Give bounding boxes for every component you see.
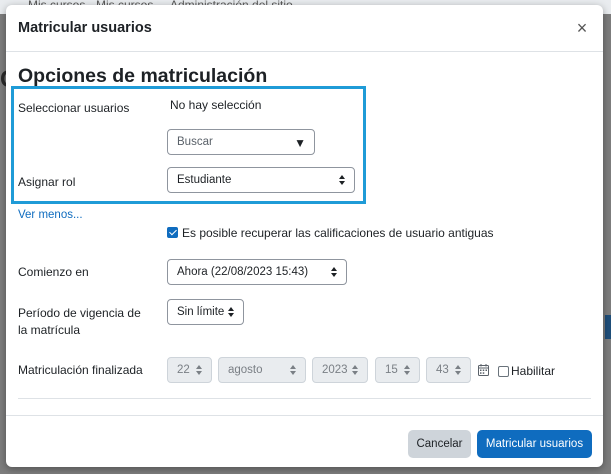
end-minute-select[interactable]: 43 [426,357,471,383]
end-hour-select[interactable]: 15 [375,357,420,383]
end-day-select[interactable]: 22 [167,357,212,383]
modal-header: Matricular usuarios × [6,5,603,52]
selection-status: No hay selección [170,98,262,112]
duration-value: Sin límite [177,306,225,318]
caret-down-icon: ▼ [294,136,306,150]
enable-end-date-checkbox[interactable] [498,366,509,377]
start-select[interactable]: Ahora (22/08/2023 15:43) [167,259,347,285]
recover-grades-label: Es posible recuperar las calificaciones … [182,226,494,240]
calendar-icon[interactable] [478,364,489,376]
end-day-value: 22 [177,364,190,376]
end-minute-value: 43 [436,364,449,376]
select-arrows-icon [404,365,410,375]
select-arrows-icon [290,365,296,375]
select-arrows-icon [455,365,461,375]
section-title: Opciones de matriculación [18,65,268,87]
end-year-value: 2023 [322,364,348,376]
end-hour-value: 15 [385,364,398,376]
select-users-label: Seleccionar usuarios [18,101,130,115]
modal-title: Matricular usuarios [18,20,152,36]
end-month-value: agosto [228,364,263,376]
user-search-select[interactable]: Buscar ▼ [167,129,315,155]
assign-role-label: Asignar rol [18,175,76,189]
assign-role-select[interactable]: Estudiante [167,167,355,193]
cancel-button[interactable]: Cancelar [408,430,471,458]
duration-label: Período de vigencia de la matrícula [18,306,141,337]
enrol-users-modal: Matricular usuarios × Opciones de matric… [6,5,603,467]
background-sidebar-edge [605,315,611,339]
section-divider [18,398,591,399]
recover-grades-checkbox[interactable] [167,227,178,238]
end-month-select[interactable]: agosto [218,357,306,383]
select-arrows-icon [352,365,358,375]
search-placeholder: Buscar [177,136,213,148]
close-icon: × [576,18,588,38]
modal-footer-divider [6,415,603,416]
enable-end-date-label: Habilitar [511,364,556,378]
end-date-label: Matriculación finalizada [18,363,143,377]
select-arrows-icon [196,365,202,375]
duration-select[interactable]: Sin límite [167,299,244,325]
show-less-link[interactable]: Ver menos... [18,209,83,221]
select-arrows-icon [331,267,337,277]
close-button[interactable]: × [571,17,593,39]
select-arrows-icon [339,175,345,185]
end-year-select[interactable]: 2023 [312,357,368,383]
enrol-users-button[interactable]: Matricular usuarios [477,430,592,458]
start-label: Comienzo en [18,265,89,279]
select-arrows-icon [228,307,234,317]
start-value: Ahora (22/08/2023 15:43) [177,266,309,278]
assign-role-value: Estudiante [177,174,232,186]
